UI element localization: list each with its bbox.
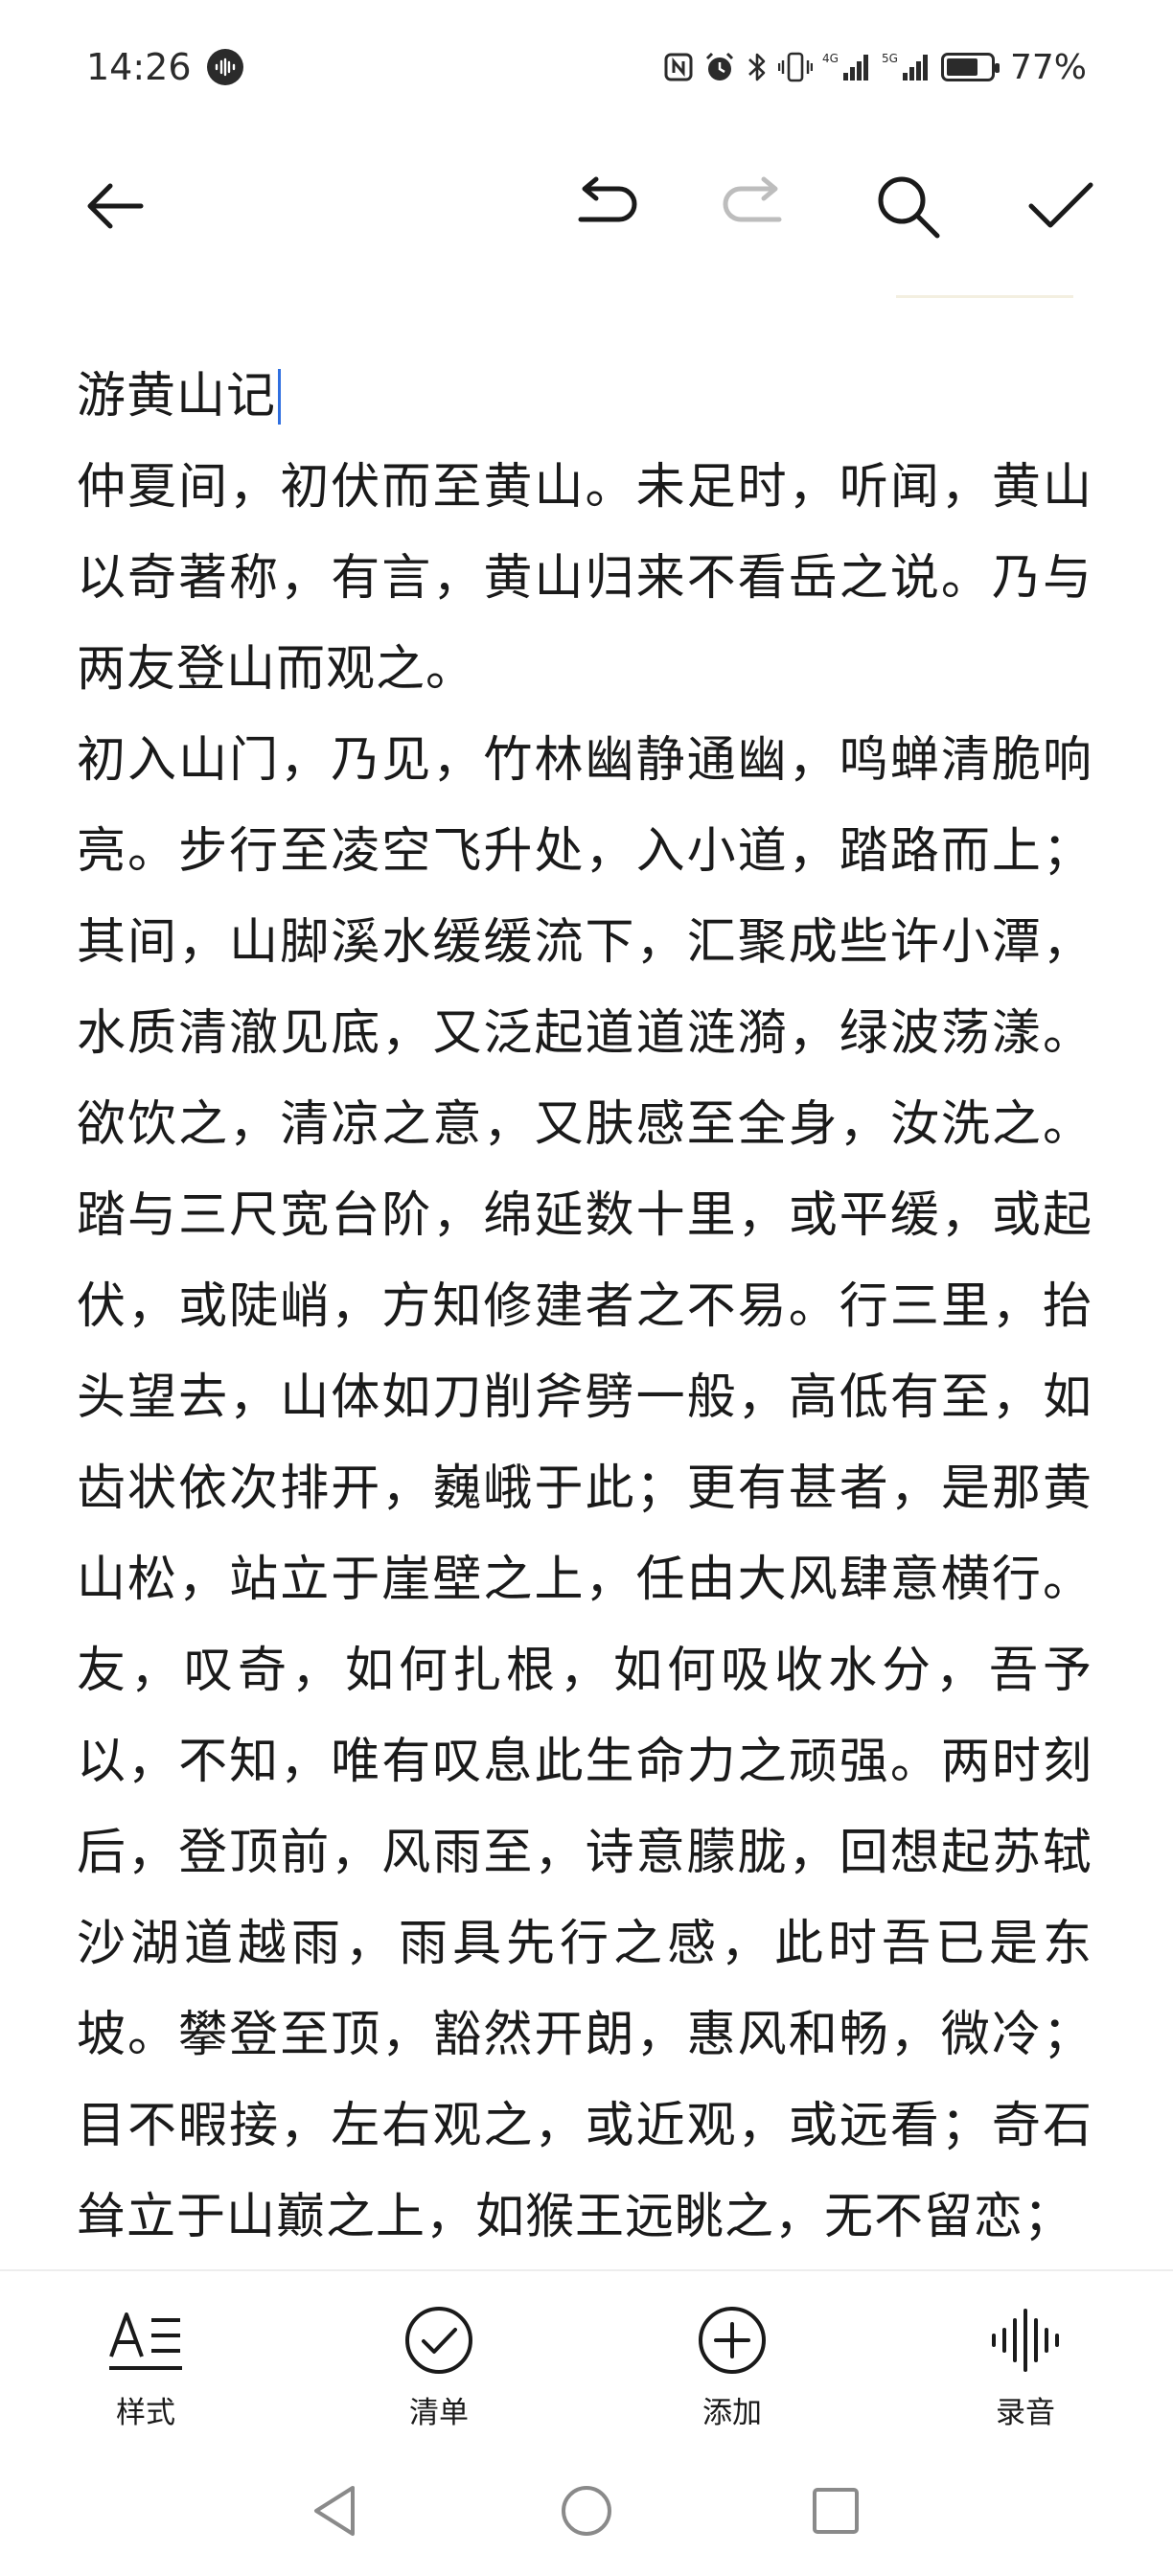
- back-button[interactable]: [62, 144, 168, 268]
- add-icon: [692, 2300, 772, 2380]
- nfc-icon: [663, 52, 694, 82]
- redo-icon: [723, 176, 782, 222]
- sound-wave-icon: [206, 49, 243, 85]
- check-icon: [1028, 182, 1093, 228]
- status-bar: 14:26 4G 5G 77%: [0, 0, 1173, 134]
- network-label-1: 4G: [822, 52, 839, 65]
- signal-icon: 5G: [882, 50, 932, 84]
- text-cursor: [278, 368, 282, 425]
- nav-home-icon: [562, 2486, 611, 2536]
- nav-recent-button[interactable]: [797, 2472, 874, 2549]
- battery-percent: 77%: [1009, 47, 1087, 87]
- alarm-icon: [703, 51, 736, 83]
- search-button[interactable]: [855, 144, 960, 268]
- checklist-label: 清单: [409, 2396, 469, 2430]
- back-arrow-icon: [87, 183, 144, 229]
- text-style-icon: [105, 2300, 186, 2380]
- status-right: 4G 5G 77%: [663, 48, 1087, 87]
- status-left: 14:26: [86, 46, 243, 88]
- note-title-text: 游黄山记: [77, 368, 277, 425]
- note-editor[interactable]: 游黄山记 仲夏间，初伏而至黄山。未足时，听闻，黄山以奇著称，有言，黄山归来不看岳…: [77, 351, 1092, 2287]
- note-paragraph: 初入山门，乃见，竹林幽静通幽，鸣蝉清脆响亮。步行至凌空飞升处，入小道，踏路而上；…: [77, 732, 1092, 2245]
- add-label: 添加: [702, 2396, 762, 2430]
- signal-icon: 4G: [822, 50, 872, 84]
- note-body-viewport: 仲夏间，初伏而至黄山。未足时，听闻，黄山以奇著称，有言，黄山归来不看岳之说。乃与…: [77, 442, 1092, 2287]
- voice-record-icon: [985, 2300, 1066, 2380]
- style-button[interactable]: 样式: [69, 2300, 222, 2431]
- undo-icon: [578, 176, 637, 222]
- nav-back-button[interactable]: [297, 2472, 374, 2549]
- note-paragraph: 仲夏间，初伏而至黄山。未足时，听闻，黄山以奇著称，有言，黄山归来不看岳之说。乃与…: [77, 459, 1092, 698]
- redo-button[interactable]: [702, 144, 807, 268]
- bluetooth-icon: [746, 50, 769, 84]
- bottom-divider: [0, 2269, 1173, 2271]
- editor-toolbar: [0, 144, 1173, 268]
- done-button[interactable]: [1008, 144, 1114, 268]
- nav-recent-icon: [813, 2488, 859, 2534]
- add-button[interactable]: 添加: [656, 2300, 809, 2431]
- vibrate-icon: [777, 50, 813, 84]
- nav-back-icon: [314, 2486, 355, 2536]
- status-time: 14:26: [86, 46, 192, 88]
- style-label: 样式: [116, 2396, 175, 2430]
- nav-home-button[interactable]: [548, 2472, 625, 2549]
- record-button[interactable]: 录音: [949, 2300, 1102, 2431]
- network-label-2: 5G: [882, 52, 898, 65]
- note-body[interactable]: 仲夏间，初伏而至黄山。未足时，听闻，黄山以奇著称，有言，黄山归来不看岳之说。乃与…: [77, 442, 1092, 2263]
- checklist-icon: [399, 2300, 479, 2380]
- search-icon: [878, 176, 940, 239]
- note-title[interactable]: 游黄山记: [77, 351, 1092, 442]
- toolbar-highlight: [896, 295, 1073, 298]
- system-nav-bar: [0, 2453, 1173, 2568]
- checklist-button[interactable]: 清单: [362, 2300, 516, 2431]
- undo-button[interactable]: [553, 144, 658, 268]
- record-label: 录音: [996, 2396, 1055, 2430]
- battery-icon: [940, 53, 1000, 81]
- bottom-action-bar: 样式 清单 添加 录音: [0, 2281, 1173, 2434]
